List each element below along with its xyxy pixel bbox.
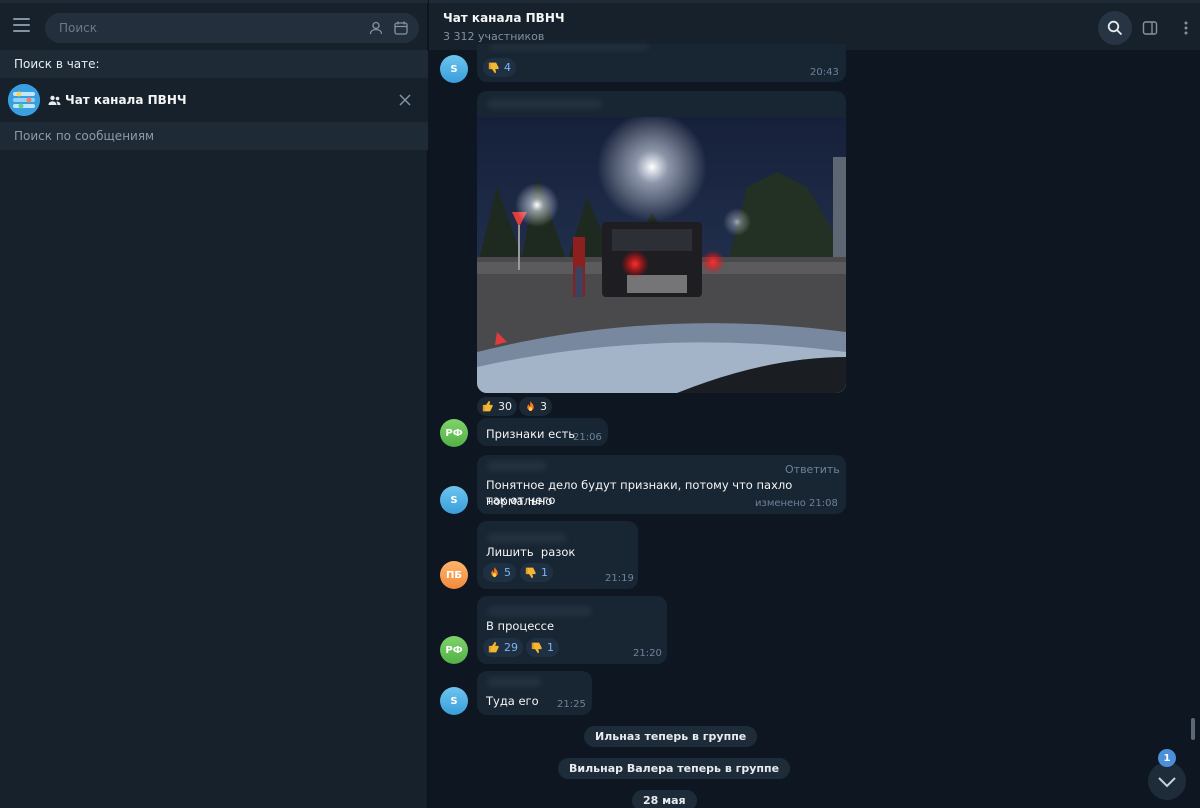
- reply-button[interactable]: Ответить: [785, 463, 840, 476]
- fire-icon: [527, 400, 534, 411]
- reaction-fire[interactable]: 5: [483, 563, 516, 582]
- chat-header: Чат канала ПВНЧ 3 312 участников: [429, 0, 1200, 50]
- chat-item-name: Чат канала ПВНЧ: [48, 93, 187, 107]
- search-input[interactable]: [59, 20, 349, 36]
- message-text: Туда его: [486, 694, 539, 708]
- message-time: изменено 21:08: [755, 498, 838, 509]
- scroll-down-button[interactable]: [1148, 762, 1186, 800]
- chat-title[interactable]: Чат канала ПВНЧ: [443, 11, 565, 25]
- avatar[interactable]: РФ: [440, 636, 468, 664]
- search-icon: [1107, 20, 1123, 36]
- reaction-count: 3: [540, 400, 547, 413]
- reaction-thumbs-down[interactable]: 4: [483, 58, 516, 77]
- chevron-down-icon: [1158, 777, 1176, 788]
- message-time: 21:19: [605, 573, 634, 584]
- message-bubble[interactable]: Ответить Понятное дело будут признаки, п…: [477, 455, 846, 514]
- message-bubble[interactable]: Признаки есть 21:06: [477, 418, 608, 446]
- left-top-bar: [0, 0, 428, 50]
- message-bubble[interactable]: [477, 44, 846, 82]
- thumbs-down-icon: [525, 567, 536, 579]
- telegram-window: Поиск в чате: Чат канала ПВНЧ: [0, 0, 1200, 808]
- message-text: Признаки есть: [486, 427, 576, 441]
- message-time: 20:43: [810, 67, 839, 78]
- message-time: 21:25: [557, 699, 586, 710]
- scrollbar-track: [1191, 54, 1195, 804]
- message-time: 21:06: [573, 432, 602, 443]
- search-in-chat-label: Поиск в чате:: [0, 50, 428, 78]
- reaction-fire[interactable]: 3: [519, 397, 552, 416]
- reaction-thumbs-down[interactable]: 1: [520, 563, 553, 582]
- header-search-button[interactable]: [1098, 11, 1132, 45]
- chat-subtitle[interactable]: 3 312 участников: [443, 30, 544, 43]
- menu-icon[interactable]: [12, 18, 32, 34]
- fire-icon: [491, 566, 498, 577]
- unread-badge: 1: [1158, 749, 1176, 767]
- reaction-count: 29: [504, 641, 518, 654]
- avatar[interactable]: S: [440, 55, 468, 83]
- more-vertical-icon: [1184, 21, 1188, 35]
- message-time: 21:20: [633, 648, 662, 659]
- chat-avatar: [8, 84, 40, 116]
- chat-item-title: Чат канала ПВНЧ: [65, 93, 187, 107]
- message-text: В процессе: [486, 619, 555, 633]
- search-box: [45, 13, 419, 43]
- reaction-count: 1: [541, 566, 548, 579]
- reaction-count: 30: [498, 400, 512, 413]
- sidebar-toggle-button[interactable]: [1133, 11, 1167, 45]
- service-message: Ильназ теперь в группе: [584, 726, 758, 747]
- sidebar-toggle-icon: [1142, 21, 1158, 35]
- group-icon: [48, 95, 61, 105]
- scrollbar-thumb[interactable]: [1191, 718, 1195, 740]
- message-photo[interactable]: [477, 117, 846, 393]
- close-icon[interactable]: [398, 93, 412, 107]
- thumbs-up-icon: [488, 641, 499, 653]
- thumbs-up-icon: [482, 400, 493, 412]
- calendar-icon[interactable]: [393, 20, 409, 36]
- avatar[interactable]: ПБ: [440, 561, 468, 589]
- reaction-count: 1: [547, 641, 554, 654]
- message-bubble[interactable]: Туда его 21:25: [477, 671, 592, 715]
- service-message: Вильнар Валера теперь в группе: [558, 758, 791, 779]
- search-icons: [368, 20, 409, 36]
- reaction-count: 5: [504, 566, 511, 579]
- message-text-line2: так от него: [486, 493, 556, 507]
- thumbs-down-icon: [488, 62, 499, 74]
- search-messages-label[interactable]: Поиск по сообщениям: [0, 122, 428, 150]
- avatar[interactable]: РФ: [440, 419, 468, 447]
- reaction-count: 4: [504, 61, 511, 74]
- avatar[interactable]: S: [440, 687, 468, 715]
- reaction-thumbs-down[interactable]: 1: [526, 638, 559, 657]
- date-separator: 28 мая: [632, 790, 697, 808]
- left-panel: Поиск в чате: Чат канала ПВНЧ: [0, 0, 428, 808]
- thumbs-down-icon: [531, 642, 542, 654]
- user-filter-icon[interactable]: [368, 20, 384, 36]
- search-chat-item[interactable]: Чат канала ПВНЧ: [0, 78, 428, 122]
- message-text: Лишить разок: [486, 545, 576, 559]
- reaction-thumbs-up[interactable]: 30: [477, 397, 517, 416]
- avatar[interactable]: S: [440, 486, 468, 514]
- reaction-thumbs-up[interactable]: 29: [483, 638, 523, 657]
- more-button[interactable]: [1169, 11, 1200, 45]
